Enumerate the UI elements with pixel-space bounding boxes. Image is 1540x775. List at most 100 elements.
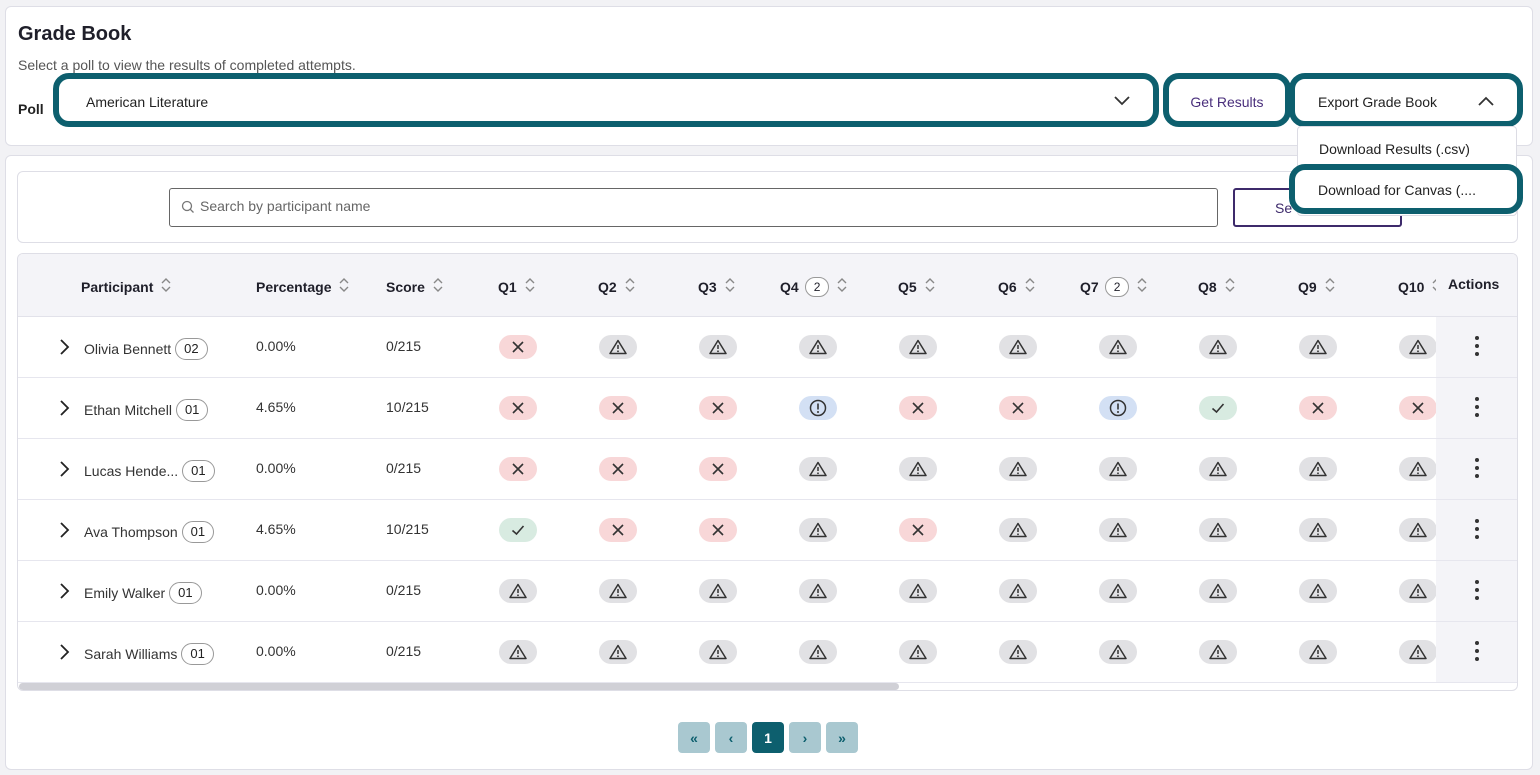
result-wrong-badge[interactable] — [699, 518, 737, 542]
result-partial-badge[interactable] — [1099, 396, 1137, 420]
result-nr-badge[interactable] — [999, 335, 1037, 359]
result-nr-badge[interactable] — [1399, 457, 1436, 481]
result-nr-badge[interactable] — [499, 579, 537, 603]
previous-page-button[interactable]: ‹ — [715, 722, 747, 753]
result-nr-badge[interactable] — [999, 457, 1037, 481]
result-wrong-badge[interactable] — [899, 396, 937, 420]
result-nr-badge[interactable] — [899, 579, 937, 603]
result-nr-badge[interactable] — [1099, 335, 1137, 359]
more-vertical-icon[interactable] — [1474, 518, 1480, 545]
result-nr-badge[interactable] — [1299, 457, 1337, 481]
result-correct-badge[interactable] — [1199, 396, 1237, 420]
result-wrong-badge[interactable] — [599, 518, 637, 542]
next-page-button[interactable]: › — [789, 722, 821, 753]
sort-icon[interactable] — [1024, 276, 1036, 297]
result-nr-badge[interactable] — [599, 640, 637, 664]
result-wrong-badge[interactable] — [999, 396, 1037, 420]
result-nr-badge[interactable] — [1199, 579, 1237, 603]
result-wrong-badge[interactable] — [599, 457, 637, 481]
result-nr-badge[interactable] — [1299, 518, 1337, 542]
result-nr-badge[interactable] — [599, 579, 637, 603]
search-input[interactable] — [200, 198, 1100, 214]
column-q3[interactable]: Q3 — [698, 276, 736, 297]
result-correct-badge[interactable] — [499, 518, 537, 542]
result-nr-badge[interactable] — [799, 640, 837, 664]
result-wrong-badge[interactable] — [1299, 396, 1337, 420]
result-nr-badge[interactable] — [1199, 457, 1237, 481]
result-nr-badge[interactable] — [799, 335, 837, 359]
result-nr-badge[interactable] — [1199, 518, 1237, 542]
last-page-button[interactable]: » — [826, 722, 858, 753]
result-wrong-badge[interactable] — [1399, 396, 1436, 420]
result-nr-badge[interactable] — [699, 640, 737, 664]
result-nr-badge[interactable] — [899, 457, 937, 481]
result-wrong-badge[interactable] — [499, 457, 537, 481]
sort-icon[interactable] — [1224, 276, 1236, 297]
sort-icon[interactable] — [1324, 276, 1336, 297]
result-nr-badge[interactable] — [799, 518, 837, 542]
first-page-button[interactable]: « — [678, 722, 710, 753]
sort-icon[interactable] — [724, 276, 736, 297]
column-q7[interactable]: Q7 2 — [1080, 276, 1148, 297]
result-wrong-badge[interactable] — [699, 396, 737, 420]
search-field[interactable] — [169, 188, 1218, 227]
result-nr-badge[interactable] — [1199, 640, 1237, 664]
result-wrong-badge[interactable] — [599, 396, 637, 420]
column-q5[interactable]: Q5 — [898, 276, 936, 297]
result-wrong-badge[interactable] — [899, 518, 937, 542]
sort-icon[interactable] — [924, 276, 936, 297]
result-wrong-badge[interactable] — [499, 396, 537, 420]
more-vertical-icon[interactable] — [1474, 335, 1480, 362]
column-q4[interactable]: Q4 2 — [780, 276, 848, 297]
result-nr-badge[interactable] — [499, 640, 537, 664]
result-nr-badge[interactable] — [699, 579, 737, 603]
sort-icon[interactable] — [836, 276, 848, 297]
result-nr-badge[interactable] — [1299, 579, 1337, 603]
result-nr-badge[interactable] — [1399, 518, 1436, 542]
result-nr-badge[interactable] — [1099, 579, 1137, 603]
result-nr-badge[interactable] — [799, 579, 837, 603]
result-nr-badge[interactable] — [999, 640, 1037, 664]
column-q10[interactable]: Q10 — [1398, 276, 1436, 297]
export-grade-book-button[interactable]: Export Grade Book — [1289, 73, 1523, 127]
column-q6[interactable]: Q6 — [998, 276, 1036, 297]
result-partial-badge[interactable] — [799, 396, 837, 420]
column-q2[interactable]: Q2 — [598, 276, 636, 297]
get-results-button[interactable]: Get Results — [1163, 73, 1291, 127]
column-q1[interactable]: Q1 — [498, 276, 536, 297]
result-nr-badge[interactable] — [1399, 579, 1436, 603]
menu-item-download-results-csv[interactable]: Download Results (.csv) — [1319, 141, 1470, 157]
result-nr-badge[interactable] — [899, 335, 937, 359]
result-wrong-badge[interactable] — [499, 335, 537, 359]
more-vertical-icon[interactable] — [1474, 579, 1480, 606]
result-nr-badge[interactable] — [1399, 335, 1436, 359]
result-nr-badge[interactable] — [1399, 640, 1436, 664]
result-nr-badge[interactable] — [599, 335, 637, 359]
result-wrong-badge[interactable] — [699, 457, 737, 481]
sort-icon[interactable] — [524, 276, 536, 297]
menu-item-download-for-canvas[interactable]: Download for Canvas (.... — [1289, 164, 1523, 214]
result-nr-badge[interactable] — [1199, 335, 1237, 359]
horizontal-scrollbar[interactable] — [19, 683, 899, 690]
result-nr-badge[interactable] — [799, 457, 837, 481]
warning-icon — [909, 583, 927, 599]
result-nr-badge[interactable] — [1099, 518, 1137, 542]
more-vertical-icon[interactable] — [1474, 396, 1480, 423]
more-vertical-icon[interactable] — [1474, 457, 1480, 484]
sort-icon[interactable] — [624, 276, 636, 297]
result-nr-badge[interactable] — [699, 335, 737, 359]
result-nr-badge[interactable] — [999, 579, 1037, 603]
result-nr-badge[interactable] — [1099, 457, 1137, 481]
poll-select[interactable]: American Literature — [53, 73, 1159, 127]
sort-icon[interactable] — [1136, 276, 1148, 297]
column-q8[interactable]: Q8 — [1198, 276, 1236, 297]
result-nr-badge[interactable] — [999, 518, 1037, 542]
sort-icon[interactable] — [1431, 276, 1436, 297]
page-number-button[interactable]: 1 — [752, 722, 784, 753]
more-vertical-icon[interactable] — [1474, 640, 1480, 667]
result-nr-badge[interactable] — [1099, 640, 1137, 664]
result-nr-badge[interactable] — [1299, 640, 1337, 664]
result-nr-badge[interactable] — [1299, 335, 1337, 359]
column-q9[interactable]: Q9 — [1298, 276, 1336, 297]
result-nr-badge[interactable] — [899, 640, 937, 664]
